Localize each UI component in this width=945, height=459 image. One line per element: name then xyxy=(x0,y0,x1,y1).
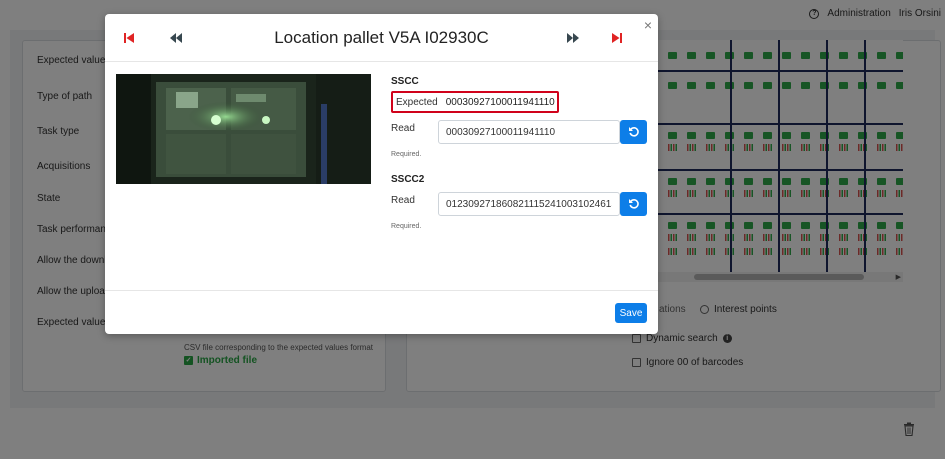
sscc2-section-title: SSCC2 xyxy=(391,174,425,185)
sscc-section-title: SSCC xyxy=(391,76,419,87)
modal-header: Location pallet V5A I02930C × xyxy=(105,14,658,62)
skip-to-last-icon xyxy=(612,33,622,43)
close-icon[interactable]: × xyxy=(644,18,652,32)
sscc2-read-input[interactable] xyxy=(438,192,620,216)
sscc2-required-hint: Required. xyxy=(391,223,422,230)
sscc-expected-value: 00030927100011941110 xyxy=(445,96,555,108)
sscc-read-label: Read xyxy=(391,123,415,134)
refresh-icon xyxy=(628,127,639,137)
location-pallet-modal: Location pallet V5A I02930C × SSCC Expec… xyxy=(105,14,658,334)
last-location-button[interactable] xyxy=(608,29,626,47)
sscc-expected-highlight: Expected 00030927100011941110 xyxy=(391,91,559,113)
pallet-photo xyxy=(116,74,371,184)
radio-partial-label: ations xyxy=(659,304,686,315)
save-button[interactable]: Save xyxy=(615,303,647,323)
refresh-icon xyxy=(628,199,639,209)
sscc-expected-label: Expected xyxy=(396,96,438,108)
sscc-reset-button[interactable] xyxy=(620,120,647,144)
next-location-button[interactable] xyxy=(564,29,582,47)
modal-footer: Save xyxy=(105,290,658,334)
sscc2-reset-button[interactable] xyxy=(620,192,647,216)
sscc-required-hint: Required. xyxy=(391,151,422,158)
sscc2-read-label: Read xyxy=(391,195,415,206)
fast-forward-icon xyxy=(567,33,579,43)
sscc-read-input[interactable] xyxy=(438,120,620,144)
